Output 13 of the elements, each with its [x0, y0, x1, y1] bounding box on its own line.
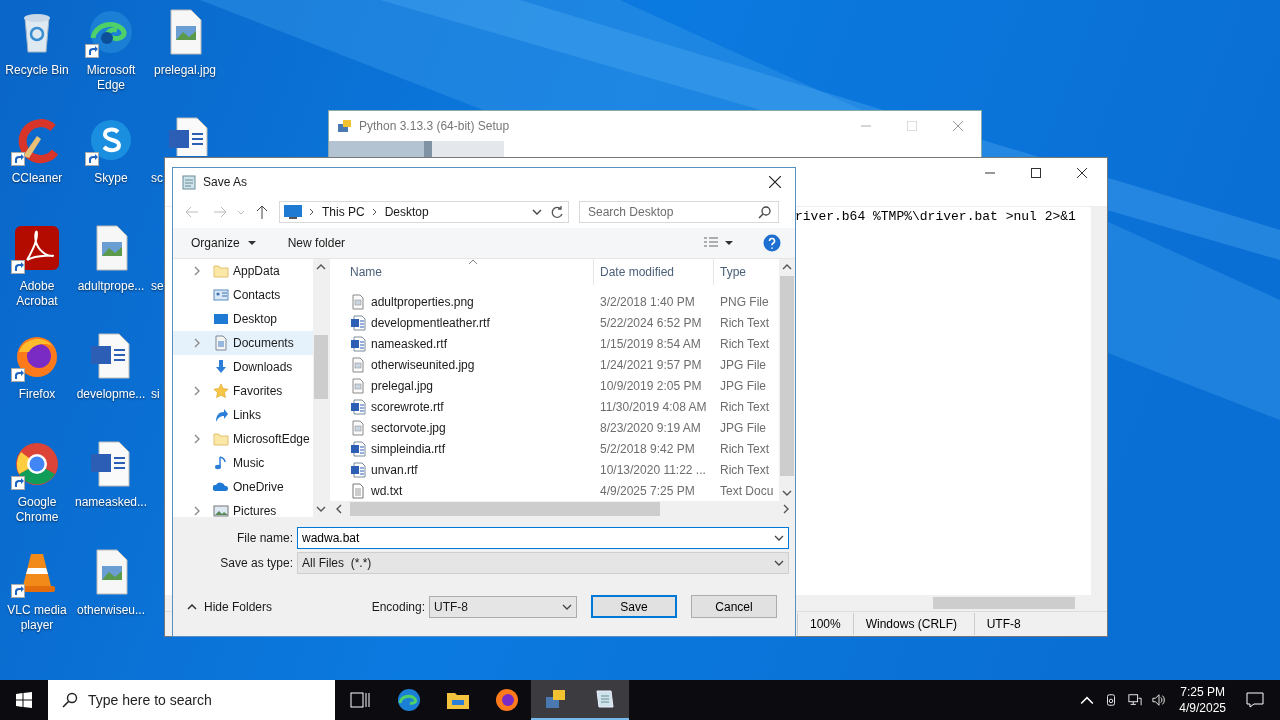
clock-time[interactable]: 7:25 PM	[1180, 684, 1225, 700]
taskbar-app[interactable]	[580, 680, 629, 720]
start-button[interactable]	[16, 692, 32, 708]
volume-icon[interactable]	[1152, 693, 1167, 707]
search-icon	[62, 692, 78, 708]
notification-icon[interactable]	[1246, 692, 1264, 708]
clock-date[interactable]: 4/9/2025	[1179, 700, 1226, 716]
network-icon[interactable]	[1128, 693, 1143, 707]
taskbar-search-field[interactable]: Type here to search	[48, 680, 335, 720]
installer-icon	[543, 687, 568, 711]
browser-icon	[396, 688, 421, 712]
taskbar-app[interactable]	[531, 680, 580, 720]
browser-icon	[494, 688, 519, 712]
